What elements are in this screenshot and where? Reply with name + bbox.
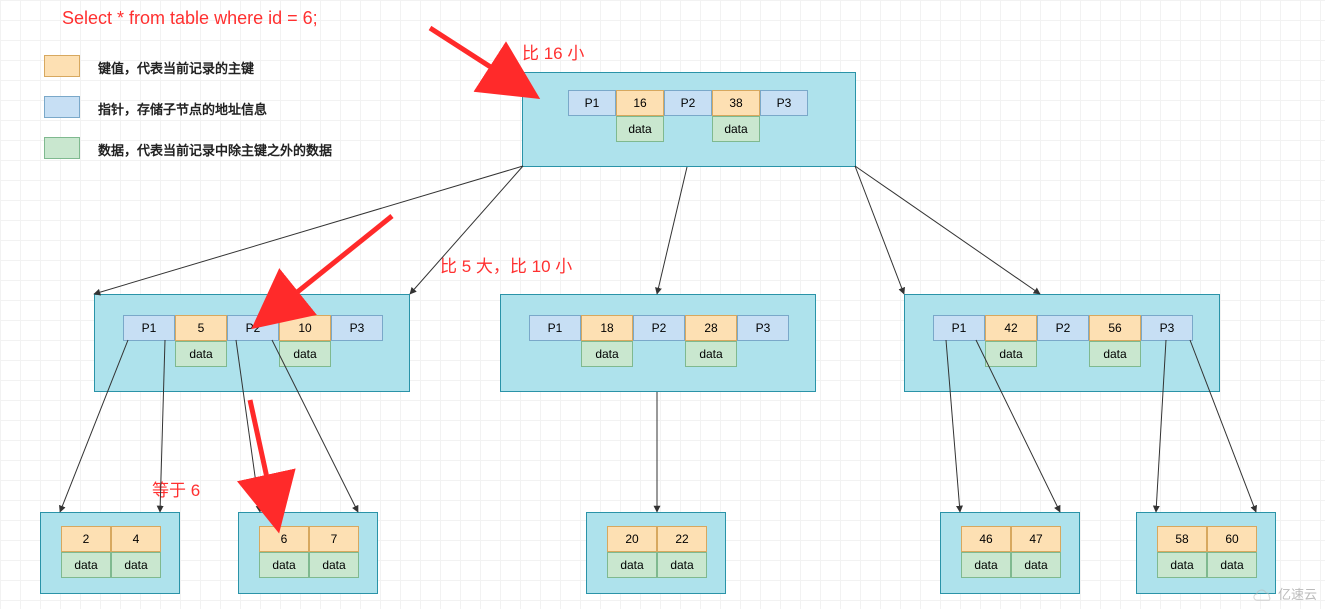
cloud-icon [1252, 587, 1274, 601]
mid2-data1: data [985, 341, 1037, 367]
root-p2: P2 [664, 90, 712, 116]
leaf3-d2: data [1011, 552, 1061, 578]
mid2-p1: P1 [933, 315, 985, 341]
leaf1-k2: 7 [309, 526, 359, 552]
mid1-p2: P2 [633, 315, 685, 341]
leaf-node-1: 67 datadata [238, 512, 378, 594]
leaf1-k1: 6 [259, 526, 309, 552]
annotation-top: 比 16 小 [522, 39, 584, 64]
leaf-node-4: 5860 datadata [1136, 512, 1276, 594]
annotation-bottom: 等于 6 [152, 476, 200, 501]
leaf-node-2: 2022 datadata [586, 512, 726, 594]
leaf2-k2: 22 [657, 526, 707, 552]
leaf-node-0: 24 datadata [40, 512, 180, 594]
mid1-key1: 18 [581, 315, 633, 341]
root-p3: P3 [760, 90, 808, 116]
legend-data-label: 数据，代表当前记录中除主键之外的数据 [98, 140, 332, 159]
leaf0-k2: 4 [111, 526, 161, 552]
legend-pointer-swatch [44, 96, 80, 118]
mid0-key2: 10 [279, 315, 331, 341]
root-key2: 38 [712, 90, 760, 116]
leaf3-d1: data [961, 552, 1011, 578]
leaf4-k1: 58 [1157, 526, 1207, 552]
mid1-data1: data [581, 341, 633, 367]
mid2-p3: P3 [1141, 315, 1193, 341]
leaf2-d2: data [657, 552, 707, 578]
mid-node-2: P142P256P3 data data [904, 294, 1220, 392]
leaf1-d1: data [259, 552, 309, 578]
watermark: 亿速云 [1252, 584, 1317, 603]
mid0-data1: data [175, 341, 227, 367]
legend-pointer-label: 指针，存储子节点的地址信息 [98, 99, 267, 118]
mid0-p1: P1 [123, 315, 175, 341]
root-p1: P1 [568, 90, 616, 116]
mid0-data2: data [279, 341, 331, 367]
mid1-p1: P1 [529, 315, 581, 341]
mid0-key1: 5 [175, 315, 227, 341]
mid-node-0: P15P210P3 data data [94, 294, 410, 392]
leaf-node-3: 4647 datadata [940, 512, 1080, 594]
mid2-key1: 42 [985, 315, 1037, 341]
leaf4-k2: 60 [1207, 526, 1257, 552]
leaf2-d1: data [607, 552, 657, 578]
leaf3-k1: 46 [961, 526, 1011, 552]
leaf2-k1: 20 [607, 526, 657, 552]
legend-key-swatch [44, 55, 80, 77]
watermark-text: 亿速云 [1278, 584, 1317, 603]
mid0-p2: P2 [227, 315, 279, 341]
leaf0-k1: 2 [61, 526, 111, 552]
mid1-key2: 28 [685, 315, 737, 341]
leaf3-k2: 47 [1011, 526, 1061, 552]
annotation-middle: 比 5 大，比 10 小 [440, 252, 572, 277]
mid2-p2: P2 [1037, 315, 1089, 341]
leaf0-d1: data [61, 552, 111, 578]
leaf4-d1: data [1157, 552, 1207, 578]
leaf0-d2: data [111, 552, 161, 578]
mid-node-1: P118P228P3 data data [500, 294, 816, 392]
mid2-key2: 56 [1089, 315, 1141, 341]
root-data1: data [616, 116, 664, 142]
legend-data-swatch [44, 137, 80, 159]
root-node: P116P238P3 data data [522, 72, 856, 167]
root-key1: 16 [616, 90, 664, 116]
mid2-data2: data [1089, 341, 1141, 367]
leaf1-d2: data [309, 552, 359, 578]
mid1-data2: data [685, 341, 737, 367]
mid1-p3: P3 [737, 315, 789, 341]
root-data2: data [712, 116, 760, 142]
legend-key-label: 键值，代表当前记录的主键 [98, 58, 254, 77]
mid0-p3: P3 [331, 315, 383, 341]
leaf4-d2: data [1207, 552, 1257, 578]
sql-query-title: Select * from table where id = 6; [62, 8, 318, 29]
